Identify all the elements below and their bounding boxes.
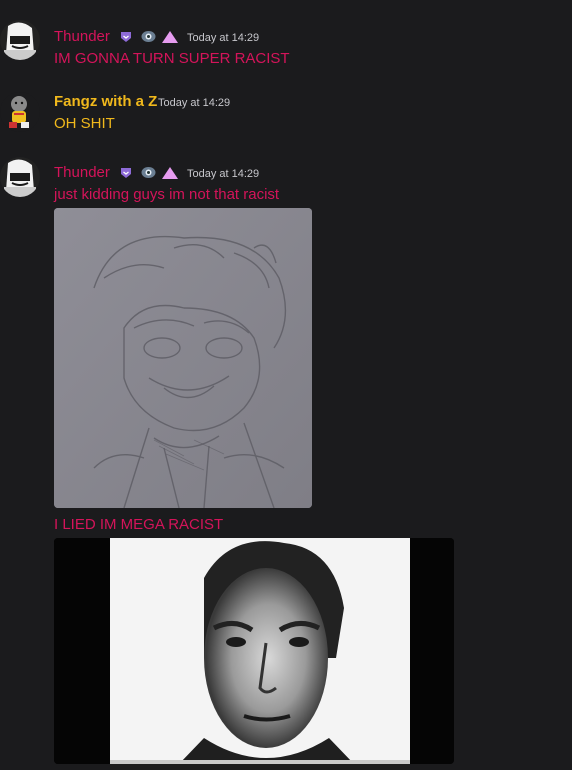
timestamp: Today at 14:29: [187, 168, 260, 180]
author-name[interactable]: Thunder: [54, 164, 110, 181]
eye-badge-icon[interactable]: [141, 30, 156, 43]
subscriber-badge-icon[interactable]: [120, 167, 132, 179]
pencil-sketch-image[interactable]: [54, 208, 312, 508]
subscriber-badge-icon[interactable]: [120, 31, 132, 43]
message-text: just kidding guys im not that racist: [54, 186, 280, 203]
message-text: I LIED IM MEGA RACIST: [54, 516, 224, 533]
thunder-avatar[interactable]: [0, 20, 40, 60]
triangle-badge-icon[interactable]: [162, 167, 178, 179]
message-text: IM GONNA TURN SUPER RACIST: [54, 50, 290, 67]
message-text: OH SHIT: [54, 115, 115, 132]
timestamp: Today at 14:29: [158, 97, 231, 109]
triangle-badge-icon[interactable]: [162, 31, 178, 43]
fangz-avatar[interactable]: [0, 92, 40, 132]
eye-badge-icon[interactable]: [141, 166, 156, 179]
author-name[interactable]: Fangz with a Z: [54, 93, 157, 110]
author-name[interactable]: Thunder: [54, 28, 110, 45]
thunder-avatar[interactable]: [0, 157, 40, 197]
timestamp: Today at 14:29: [187, 32, 260, 44]
face-photo-image[interactable]: [54, 538, 454, 764]
